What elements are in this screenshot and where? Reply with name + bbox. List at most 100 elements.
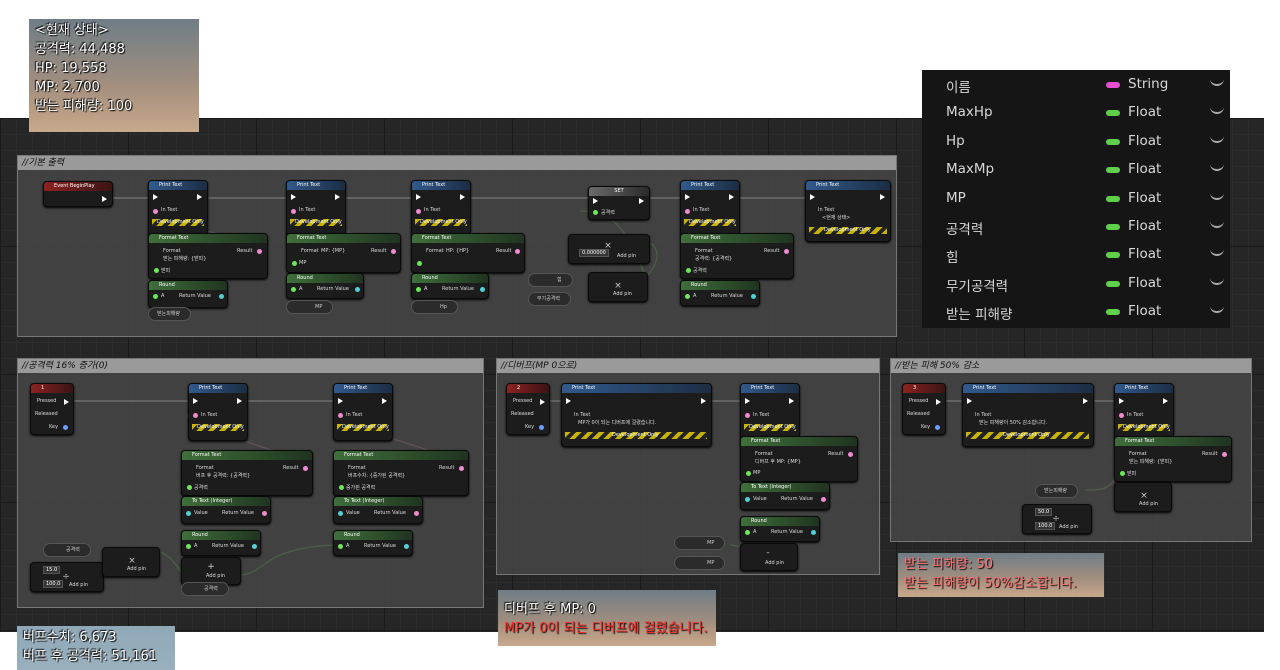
variable-row[interactable]: 공격력 Float xyxy=(922,212,1230,240)
mp-pin[interactable] xyxy=(292,261,297,266)
print-text-node-8[interactable]: Print Text In Text MP가 0이 되는 디버프에 걸렸습니다.… xyxy=(561,383,712,447)
key3-event-node[interactable]: 3 Pressed Released Key xyxy=(902,383,946,435)
format-text-node-11[interactable]: Format Text Format 받는 피해량: {받피} Result 받… xyxy=(1114,436,1232,482)
format-text-node-7[interactable]: Format Text Format 버프수치: {증가된 공격력} Resul… xyxy=(333,450,469,496)
key-pin[interactable] xyxy=(63,425,68,430)
round-node-4[interactable]: Round A Return Value xyxy=(680,280,760,306)
buff-divide-node[interactable]: 15.0 ÷ 100.0 Add pin xyxy=(30,562,104,592)
var-mp[interactable]: MP xyxy=(286,300,334,314)
format-text-node-9[interactable]: Format Text Format 디버프 후 MP: {MP} Result… xyxy=(740,436,858,482)
add-pin-label[interactable]: Add pin xyxy=(617,253,636,259)
key-pin[interactable] xyxy=(935,425,940,430)
subtract-node[interactable]: - Add pin xyxy=(740,543,798,571)
var-strength[interactable]: 힘 xyxy=(528,273,573,287)
a-pin[interactable] xyxy=(153,294,158,299)
print-text-node-4[interactable]: Print Text In Text Development Only xyxy=(680,180,740,238)
exec-out-pin[interactable] xyxy=(237,398,242,404)
inc-atk-pin[interactable] xyxy=(339,485,344,490)
return-pin[interactable] xyxy=(811,530,816,535)
result-pin[interactable] xyxy=(1222,452,1227,457)
variable-type[interactable]: String xyxy=(1106,76,1218,92)
multiply-node[interactable]: 0.000000 × Add pin xyxy=(568,234,650,264)
format-text-node-1[interactable]: Format Text Format 받는 피해량: {받피} Result 받… xyxy=(148,233,268,279)
return-pin[interactable] xyxy=(262,511,267,516)
key1-event-node[interactable]: 1 Pressed Released Key xyxy=(30,383,74,435)
format-text-node-6[interactable]: Format Text Format 버프 후 공격력: {공격력} Resul… xyxy=(181,450,313,496)
round-node-3[interactable]: Round A Return Value xyxy=(411,273,489,299)
exec-out-pin[interactable] xyxy=(460,194,465,200)
add-pin-label[interactable]: Add pin xyxy=(127,566,146,572)
print-text-node-7[interactable]: Print Text In Text Development Only xyxy=(333,383,393,441)
damage-divide-node[interactable]: 50.0 ÷ 100.0 Add pin xyxy=(1022,504,1092,534)
add-pin-label[interactable]: Add pin xyxy=(765,560,784,566)
add-pin-label[interactable]: Add pin xyxy=(1059,524,1078,530)
result-pin[interactable] xyxy=(257,249,262,254)
exec-in-pin[interactable] xyxy=(193,398,198,404)
exec-out-pin[interactable] xyxy=(789,398,794,404)
result-pin[interactable] xyxy=(784,249,789,254)
a-pin[interactable] xyxy=(186,544,191,549)
set-node[interactable]: SET 공격력 xyxy=(588,186,650,220)
variable-type[interactable]: Float xyxy=(1106,303,1218,319)
hp-pin[interactable] xyxy=(417,261,422,266)
var-attack[interactable]: 공격력 xyxy=(43,543,91,557)
eye-icon[interactable] xyxy=(1210,76,1224,86)
variable-row[interactable]: Hp Float xyxy=(922,127,1230,155)
exec-in-pin[interactable] xyxy=(685,194,690,200)
exec-in-pin[interactable] xyxy=(810,194,815,200)
damage-multiply-node[interactable]: × Add pin xyxy=(1114,482,1172,512)
damage-pin[interactable] xyxy=(154,268,159,273)
a-pin[interactable] xyxy=(745,530,750,535)
round-node-2[interactable]: Round A Return Value xyxy=(286,273,364,299)
var-attack-2[interactable]: 공격력 xyxy=(181,582,229,596)
exec-out-pin[interactable] xyxy=(1083,398,1088,404)
exec-in-pin[interactable] xyxy=(153,194,158,200)
variable-type[interactable]: Float xyxy=(1106,133,1218,149)
eye-icon[interactable] xyxy=(1210,303,1224,314)
exec-in-pin[interactable] xyxy=(291,194,296,200)
in-text-pin[interactable] xyxy=(338,413,343,418)
variable-row[interactable]: MaxMp Float xyxy=(922,155,1230,183)
variable-type[interactable]: Float xyxy=(1106,218,1218,234)
add-node-1[interactable]: × Add pin xyxy=(588,272,648,302)
exec-out-pin[interactable] xyxy=(382,398,387,404)
mp-pin[interactable] xyxy=(746,471,751,476)
return-pin[interactable] xyxy=(252,544,257,549)
print-text-node-5[interactable]: Print Text In Text <현재 상태> Development O… xyxy=(805,180,891,242)
value-pin[interactable] xyxy=(338,511,343,516)
print-text-node-3[interactable]: Print Text In Text Development Only xyxy=(411,180,471,238)
exec-out-pin[interactable] xyxy=(335,194,340,200)
buff-add-node[interactable]: + Add pin xyxy=(181,557,241,585)
print-text-node-9[interactable]: Print Text In Text Development Only xyxy=(740,383,800,441)
buff-multiply-node[interactable]: × Add pin xyxy=(102,547,160,577)
return-pin[interactable] xyxy=(219,294,224,299)
in-text-pin[interactable] xyxy=(193,413,198,418)
eye-icon[interactable] xyxy=(1210,190,1224,200)
eye-icon[interactable] xyxy=(1210,161,1224,172)
a-pin[interactable] xyxy=(291,287,296,292)
variable-type[interactable]: Float xyxy=(1106,104,1218,120)
in-text-pin[interactable] xyxy=(291,209,296,214)
format-text-node-3[interactable]: Format Text Format HP: {HP} Result xyxy=(411,233,525,273)
print-text-node-6[interactable]: Print Text In Text Development Only xyxy=(188,383,248,441)
event-begin-play-node[interactable]: Event BeginPlay xyxy=(43,181,113,207)
return-pin[interactable] xyxy=(751,294,756,299)
exec-out-pin[interactable] xyxy=(701,398,706,404)
in-text-pin[interactable] xyxy=(1119,413,1124,418)
exec-out-pin[interactable] xyxy=(102,196,107,202)
value-pin[interactable] xyxy=(186,511,191,516)
var-mp-debuff-2[interactable]: MP xyxy=(674,556,726,570)
var-damage-taken-2[interactable]: 받는피해량 xyxy=(1035,484,1079,498)
damage-divisor-input[interactable]: 100.0 xyxy=(1035,522,1056,530)
exec-in-pin[interactable] xyxy=(745,398,750,404)
exec-out-pin[interactable] xyxy=(880,194,885,200)
eye-icon[interactable] xyxy=(1210,218,1224,228)
print-text-node-1[interactable]: Print Text In Text Development Only xyxy=(148,180,208,238)
var-damage-taken[interactable]: 받는피해량 xyxy=(148,307,192,321)
print-text-node-2[interactable]: Print Text In Text Development Only xyxy=(286,180,346,238)
print-text-node-11[interactable]: Print Text In Text Development Only xyxy=(1114,383,1174,441)
return-pin[interactable] xyxy=(821,497,826,502)
var-hp[interactable]: Hp xyxy=(411,300,458,314)
exec-out-pin[interactable] xyxy=(1163,398,1168,404)
result-pin[interactable] xyxy=(303,466,308,471)
